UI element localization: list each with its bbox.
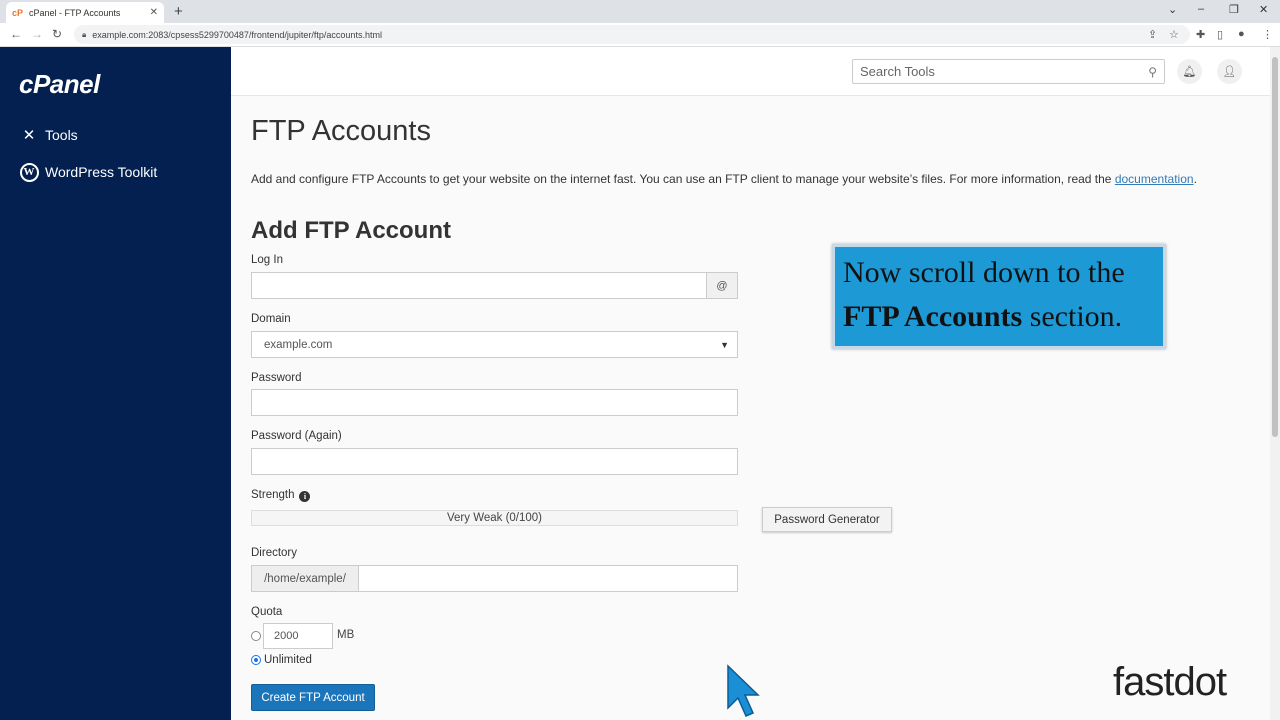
quota-limited-radio[interactable]	[251, 631, 261, 641]
new-tab-icon[interactable]: +	[174, 3, 183, 20]
url-text: example.com:2083/cpsess5299700487/fronte…	[92, 29, 382, 40]
wordpress-icon: W	[19, 162, 39, 182]
intro-text: Add and configure FTP Accounts to get yo…	[251, 172, 1197, 186]
strength-label: Strength i	[251, 489, 311, 502]
user-account-icon[interactable]: 👤︎	[1217, 59, 1242, 84]
lock-icon: 🔒︎	[82, 29, 87, 39]
domain-value: example.com	[264, 338, 333, 351]
unlimited-label: Unlimited	[264, 654, 312, 666]
login-label: Log In	[251, 254, 283, 266]
directory-prefix: /home/example/	[251, 565, 359, 592]
watermark-text: fastdot	[1113, 660, 1227, 704]
create-ftp-account-button[interactable]: Create FTP Account	[251, 684, 375, 711]
cpanel-logo[interactable]: cPanel	[19, 69, 100, 100]
mouse-cursor-icon	[727, 664, 760, 717]
sidebar-item-label: WordPress Toolkit	[45, 164, 158, 180]
directory-label: Directory	[251, 547, 298, 559]
minimize-icon[interactable]: –	[1198, 3, 1204, 15]
intro-body: Add and configure FTP Accounts to get yo…	[251, 172, 1115, 186]
sidebar-item-tools[interactable]: ✕ Tools	[19, 125, 78, 145]
page-scrollbar[interactable]	[1270, 47, 1280, 720]
quota-label: Quota	[251, 606, 283, 618]
search-tools[interactable]: ⚲	[852, 59, 1165, 84]
scrollbar-thumb[interactable]	[1272, 57, 1278, 437]
caption-bold: FTP Accounts	[843, 300, 1023, 333]
caption-line2: FTP Accounts section.	[843, 295, 1163, 339]
intro-end: .	[1193, 172, 1197, 186]
quota-input[interactable]: 2000	[263, 623, 333, 649]
fastdot-watermark: fastdot	[1113, 652, 1248, 716]
password-input[interactable]	[251, 389, 738, 416]
password-generator-button[interactable]: Password Generator	[762, 507, 892, 532]
password-again-input[interactable]	[251, 448, 738, 475]
quota-unit: MB	[337, 629, 355, 641]
close-window-icon[interactable]: ✕	[1259, 3, 1268, 16]
chevron-down-icon: ▼	[720, 339, 729, 350]
browser-menu-icon[interactable]: ⋮	[1262, 28, 1273, 41]
search-input[interactable]	[860, 64, 1149, 79]
sidebar-item-label: Tools	[45, 127, 78, 143]
tutorial-caption: Now scroll down to the FTP Accounts sect…	[832, 244, 1166, 349]
browser-tab[interactable]: cP cPanel - FTP Accounts ✕	[6, 2, 164, 23]
login-input[interactable]	[251, 272, 707, 299]
url-field[interactable]: 🔒︎ example.com:2083/cpsess5299700487/fro…	[74, 25, 1190, 44]
tab-title: cPanel - FTP Accounts	[29, 7, 121, 18]
bookmark-star-icon[interactable]: ☆	[1169, 28, 1179, 41]
search-icon[interactable]: ⚲	[1148, 65, 1157, 79]
tab-close-icon[interactable]: ✕	[150, 7, 158, 18]
page-title: FTP Accounts	[251, 115, 431, 147]
documentation-link[interactable]: documentation	[1115, 172, 1194, 186]
restore-icon[interactable]: ❐	[1229, 3, 1239, 16]
sidebar: cPanel ✕ Tools W WordPress Toolkit	[0, 47, 231, 720]
forward-icon[interactable]: →	[31, 27, 43, 41]
tab-search-icon[interactable]: ⌄	[1168, 3, 1177, 16]
tools-icon: ✕	[22, 127, 36, 144]
main-content: FTP Accounts Add and configure FTP Accou…	[231, 96, 1270, 720]
share-icon[interactable]: ⇪	[1148, 28, 1157, 41]
reload-icon[interactable]: ↻	[52, 27, 62, 41]
quota-unlimited-radio[interactable]	[251, 655, 261, 665]
strength-meter: Very Weak (0/100)	[251, 510, 738, 526]
strength-label-text: Strength	[251, 489, 295, 501]
side-panel-icon[interactable]: ▯	[1217, 28, 1223, 41]
browser-tab-bar: cP cPanel - FTP Accounts ✕ + ⌄ – ❐ ✕	[0, 0, 1280, 23]
browser-address-bar: ← → ↻ 🔒︎ example.com:2083/cpsess52997004…	[0, 23, 1280, 47]
domain-select[interactable]: example.com ▼	[251, 331, 738, 358]
domain-label: Domain	[251, 313, 291, 325]
top-header: ⚲ 🔔︎ 👤︎	[231, 47, 1270, 96]
directory-input[interactable]	[358, 565, 738, 592]
sidebar-item-wordpress-toolkit[interactable]: W WordPress Toolkit	[19, 162, 157, 182]
section-title: Add FTP Account	[251, 217, 451, 244]
profile-icon[interactable]: ●	[1238, 28, 1245, 40]
info-icon[interactable]: i	[299, 491, 311, 502]
extensions-icon[interactable]: ✚	[1196, 28, 1205, 41]
password-label: Password	[251, 372, 302, 384]
back-icon[interactable]: ←	[10, 27, 22, 41]
password-again-label: Password (Again)	[251, 430, 342, 442]
caption-line1: Now scroll down to the	[843, 256, 1125, 289]
at-addon: @	[706, 272, 738, 299]
notifications-bell-icon[interactable]: 🔔︎	[1177, 59, 1202, 84]
cpanel-favicon-icon: cP	[12, 7, 24, 18]
caption-end: section.	[1022, 300, 1123, 333]
